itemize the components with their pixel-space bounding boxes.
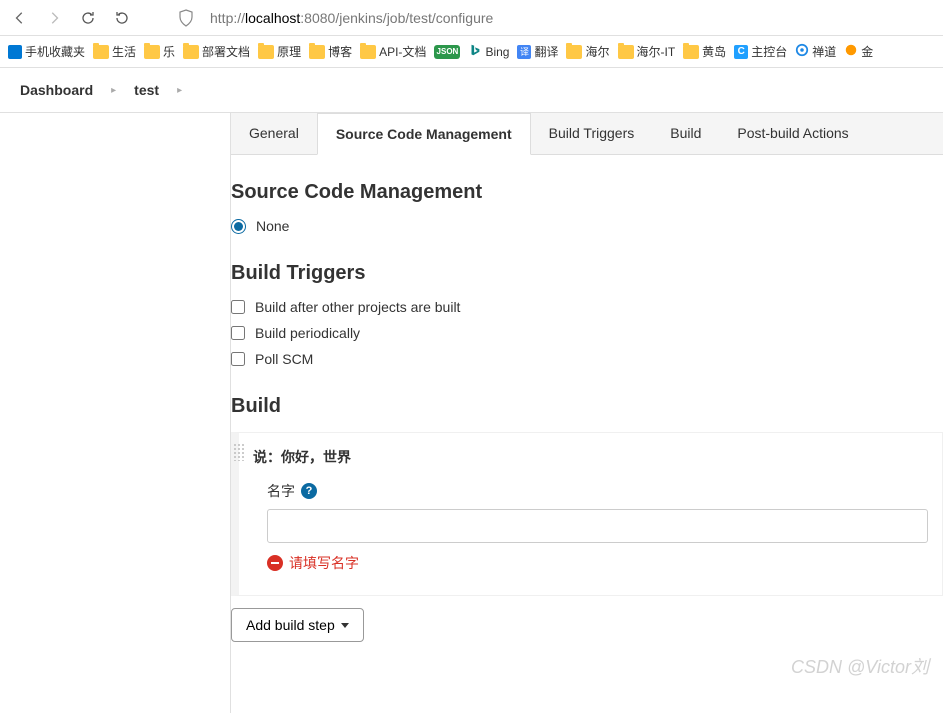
bookmark-item[interactable]: Bing bbox=[468, 43, 509, 60]
tab-post-build-actions[interactable]: Post-build Actions bbox=[719, 113, 866, 154]
bookmark-item[interactable]: C主控台 bbox=[734, 43, 787, 60]
url-bar[interactable]: http://localhost:8080/jenkins/job/test/c… bbox=[210, 10, 933, 26]
folder-icon bbox=[258, 45, 274, 59]
bookmark-item[interactable]: 译翻译 bbox=[517, 43, 558, 60]
triggers-section-title: Build Triggers bbox=[231, 262, 943, 285]
bookmark-item[interactable]: API-文档 bbox=[360, 43, 426, 60]
scm-section-title: Source Code Management bbox=[231, 181, 943, 204]
build-step-hello-world: 说：你好，世界 名字 ? 请填写名字 bbox=[231, 432, 943, 596]
validation-error: 请填写名字 bbox=[267, 553, 928, 573]
bookmark-item[interactable]: 博客 bbox=[309, 43, 352, 60]
breadcrumb: Dashboard ▸ test ▸ bbox=[0, 68, 943, 113]
config-tabs: GeneralSource Code ManagementBuild Trigg… bbox=[231, 113, 943, 155]
bookmark-item[interactable]: 黄岛 bbox=[683, 43, 726, 60]
folder-icon bbox=[618, 45, 634, 59]
cube-icon: C bbox=[734, 45, 748, 59]
trigger-label: Poll SCM bbox=[255, 351, 313, 367]
bookmarks-bar: 手机收藏夹生活乐部署文档原理博客 API-文档 JSON Bing 译翻译海尔海尔-IT… bbox=[0, 36, 943, 68]
content-area: GeneralSource Code ManagementBuild Trigg… bbox=[230, 113, 943, 713]
folder-icon bbox=[183, 45, 199, 59]
bookmark-item[interactable]: 海尔-IT bbox=[618, 43, 676, 60]
reload-button[interactable] bbox=[78, 8, 98, 28]
bookmark-item[interactable]: 金 bbox=[844, 43, 873, 60]
tab-build[interactable]: Build bbox=[652, 113, 719, 154]
folder-icon bbox=[566, 45, 582, 59]
folder-icon bbox=[360, 45, 376, 59]
trans-icon: 译 bbox=[517, 45, 531, 59]
chevron-down-icon bbox=[341, 623, 349, 628]
build-section-title: Build bbox=[231, 395, 943, 418]
scm-none-radio[interactable] bbox=[231, 219, 246, 234]
tab-general[interactable]: General bbox=[231, 113, 317, 154]
tab-source-code-management[interactable]: Source Code Management bbox=[317, 113, 531, 155]
tab-build-triggers[interactable]: Build Triggers bbox=[531, 113, 653, 154]
bookmark-item[interactable]: 手机收藏夹 bbox=[8, 43, 85, 60]
bookmark-item[interactable]: 生活 bbox=[93, 43, 136, 60]
browser-navigation-bar: http://localhost:8080/jenkins/job/test/c… bbox=[0, 0, 943, 36]
trigger-checkbox[interactable] bbox=[231, 300, 245, 314]
folder-icon bbox=[683, 45, 699, 59]
zen-icon bbox=[795, 43, 809, 60]
sidebar-space bbox=[0, 113, 230, 713]
build-step-title: 说：你好，世界 bbox=[253, 447, 928, 467]
trigger-label: Build periodically bbox=[255, 325, 360, 341]
help-icon[interactable]: ? bbox=[301, 483, 317, 499]
add-build-step-button[interactable]: Add build step bbox=[231, 608, 364, 642]
error-icon bbox=[267, 555, 283, 571]
bookmark-item[interactable]: 原理 bbox=[258, 43, 301, 60]
folder-icon bbox=[144, 45, 160, 59]
scm-none-label: None bbox=[256, 218, 289, 234]
name-input[interactable] bbox=[267, 509, 928, 543]
bookmark-item[interactable]: 乐 bbox=[144, 43, 175, 60]
chevron-right-icon: ▸ bbox=[177, 85, 182, 96]
drag-handle-icon[interactable] bbox=[233, 443, 245, 461]
json-icon: JSON bbox=[434, 45, 460, 59]
field-label-name: 名字 bbox=[267, 481, 295, 501]
undo-button[interactable] bbox=[112, 8, 132, 28]
chevron-right-icon: ▸ bbox=[111, 85, 116, 96]
bookmark-item[interactable]: JSON bbox=[434, 45, 460, 59]
bookmark-item[interactable]: 部署文档 bbox=[183, 43, 250, 60]
folder-icon bbox=[93, 45, 109, 59]
back-button[interactable] bbox=[10, 8, 30, 28]
bing-icon bbox=[468, 43, 482, 60]
forward-button[interactable] bbox=[44, 8, 64, 28]
trigger-checkbox[interactable] bbox=[231, 326, 245, 340]
blue-icon bbox=[8, 45, 22, 59]
shield-icon[interactable] bbox=[176, 8, 196, 28]
folder-icon bbox=[309, 45, 325, 59]
bookmark-item[interactable]: 海尔 bbox=[566, 43, 609, 60]
trigger-checkbox[interactable] bbox=[231, 352, 245, 366]
breadcrumb-job[interactable]: test bbox=[134, 82, 159, 98]
bookmark-item[interactable]: 禅道 bbox=[795, 43, 836, 60]
trigger-label: Build after other projects are built bbox=[255, 299, 460, 315]
breadcrumb-dashboard[interactable]: Dashboard bbox=[20, 82, 93, 98]
gold-icon bbox=[844, 43, 858, 60]
